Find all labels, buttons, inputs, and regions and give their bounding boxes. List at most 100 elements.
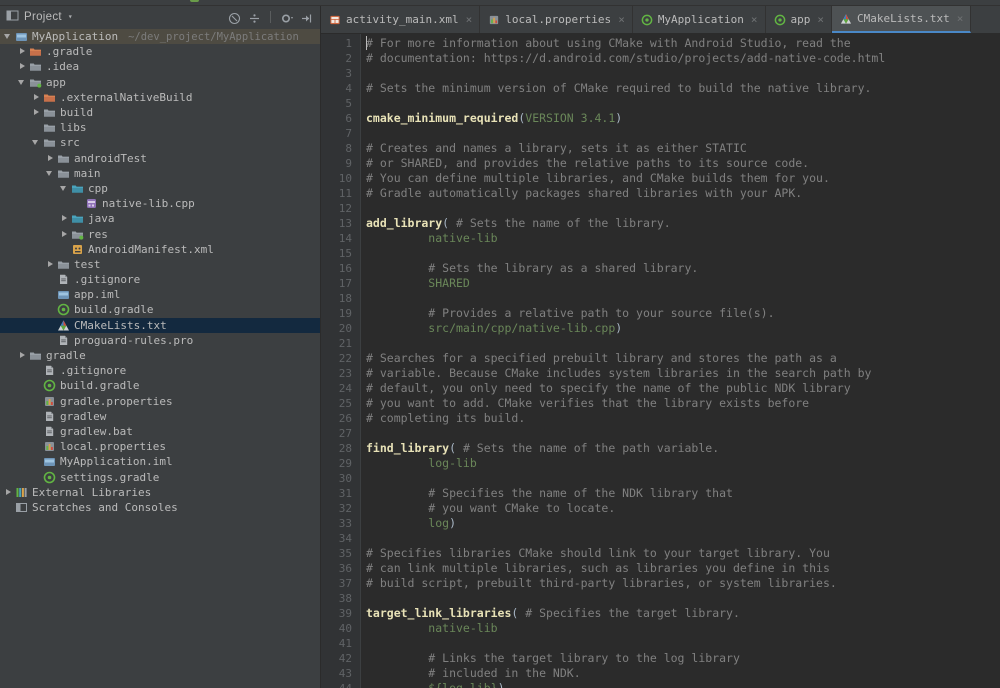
tree-row[interactable]: gradlew	[0, 409, 320, 424]
code-line[interactable]: # you want CMake to locate.	[366, 501, 1000, 516]
code-line[interactable]: # documentation: https://d.android.com/s…	[366, 51, 1000, 66]
tree-row[interactable]: .gitignore	[0, 363, 320, 378]
line-number[interactable]: 8	[321, 141, 352, 156]
editor-tab-bar[interactable]: activity_main.xml×local.properties×MyApp…	[321, 6, 1000, 34]
line-number[interactable]: 40	[321, 621, 352, 636]
tree-row[interactable]: MyApplication~/dev_project/MyApplication	[0, 29, 320, 44]
tree-row[interactable]: gradle.properties	[0, 394, 320, 409]
code-line[interactable]: # You can define multiple libraries, and…	[366, 171, 1000, 186]
code-line[interactable]	[366, 126, 1000, 141]
line-number[interactable]: 6	[321, 111, 352, 126]
line-number[interactable]: 4	[321, 81, 352, 96]
line-number[interactable]: 38	[321, 591, 352, 606]
code-line[interactable]	[366, 636, 1000, 651]
code-line[interactable]: # Searches for a specified prebuilt libr…	[366, 351, 1000, 366]
line-number[interactable]: 22	[321, 351, 352, 366]
line-number[interactable]: 18	[321, 291, 352, 306]
code-line[interactable]: # variable. Because CMake includes syste…	[366, 366, 1000, 381]
tree-row[interactable]: .idea	[0, 59, 320, 74]
tree-row[interactable]: app	[0, 75, 320, 90]
chevron-right-icon[interactable]	[32, 93, 41, 102]
line-number[interactable]: 19	[321, 306, 352, 321]
code-line[interactable]: add_library( # Sets the name of the libr…	[366, 216, 1000, 231]
tree-row[interactable]: settings.gradle	[0, 469, 320, 484]
tree-row[interactable]: MyApplication.iml	[0, 454, 320, 469]
code-line[interactable]: # you want to add. CMake verifies that t…	[366, 396, 1000, 411]
line-number[interactable]: 16	[321, 261, 352, 276]
line-number[interactable]: 35	[321, 546, 352, 561]
line-number[interactable]: 9	[321, 156, 352, 171]
tree-row[interactable]: gradle	[0, 348, 320, 363]
chevron-right-icon[interactable]	[46, 154, 55, 163]
editor-tab[interactable]: MyApplication×	[633, 6, 766, 33]
editor-tab[interactable]: activity_main.xml×	[321, 6, 480, 33]
chevron-down-icon[interactable]	[46, 169, 55, 178]
line-number[interactable]: 30	[321, 471, 352, 486]
line-number[interactable]: 23	[321, 366, 352, 381]
line-number[interactable]: 15	[321, 246, 352, 261]
line-number[interactable]: 25	[321, 396, 352, 411]
chevron-right-icon[interactable]	[18, 62, 27, 71]
chevron-right-icon[interactable]	[18, 351, 27, 360]
line-number[interactable]: 21	[321, 336, 352, 351]
line-number[interactable]: 31	[321, 486, 352, 501]
tree-row[interactable]: build.gradle	[0, 302, 320, 317]
code-line[interactable]: # Specifies the name of the NDK library …	[366, 486, 1000, 501]
chevron-right-icon[interactable]	[60, 214, 69, 223]
code-line[interactable]: # can link multiple libraries, such as l…	[366, 561, 1000, 576]
code-line[interactable]: # or SHARED, and provides the relative p…	[366, 156, 1000, 171]
chevron-down-icon[interactable]	[32, 138, 41, 147]
chevron-down-icon[interactable]	[60, 184, 69, 193]
close-icon[interactable]: ×	[957, 13, 964, 24]
close-icon[interactable]: ×	[466, 14, 473, 25]
chevron-right-icon[interactable]	[60, 230, 69, 239]
tree-row[interactable]: build	[0, 105, 320, 120]
line-number[interactable]: 39	[321, 606, 352, 621]
tree-row[interactable]: gradlew.bat	[0, 424, 320, 439]
code-line[interactable]	[366, 531, 1000, 546]
code-line[interactable]: # Provides a relative path to your sourc…	[366, 306, 1000, 321]
tree-row[interactable]: Scratches and Consoles	[0, 500, 320, 515]
tree-row[interactable]: androidTest	[0, 151, 320, 166]
tree-row[interactable]: build.gradle	[0, 378, 320, 393]
line-number[interactable]: 1	[321, 36, 352, 51]
hide-panel-icon[interactable]	[300, 10, 313, 23]
line-number[interactable]: 3	[321, 66, 352, 81]
line-number[interactable]: 44	[321, 681, 352, 688]
chevron-down-icon[interactable]: ▾	[68, 13, 73, 21]
code-line[interactable]: ${log-lib})	[366, 681, 1000, 688]
code-line[interactable]	[366, 291, 1000, 306]
code-line[interactable]: log-lib	[366, 456, 1000, 471]
line-number[interactable]: 32	[321, 501, 352, 516]
close-icon[interactable]: ×	[751, 14, 758, 25]
code-content[interactable]: # For more information about using CMake…	[361, 34, 1000, 688]
code-line[interactable]: native-lib	[366, 621, 1000, 636]
line-number[interactable]: 7	[321, 126, 352, 141]
chevron-right-icon[interactable]	[46, 260, 55, 269]
code-line[interactable]: # Sets the library as a shared library.	[366, 261, 1000, 276]
line-number[interactable]: 2	[321, 51, 352, 66]
code-line[interactable]: # Links the target library to the log li…	[366, 651, 1000, 666]
code-line[interactable]: cmake_minimum_required(VERSION 3.4.1)	[366, 111, 1000, 126]
tree-row[interactable]: test	[0, 257, 320, 272]
line-number[interactable]: 27	[321, 426, 352, 441]
chevron-right-icon[interactable]	[4, 488, 13, 497]
close-icon[interactable]: ×	[618, 14, 625, 25]
code-line[interactable]: # included in the NDK.	[366, 666, 1000, 681]
code-line[interactable]: # build script, prebuilt third-party lib…	[366, 576, 1000, 591]
line-number[interactable]: 43	[321, 666, 352, 681]
project-tree[interactable]: MyApplication~/dev_project/MyApplication…	[0, 27, 320, 688]
line-number[interactable]: 28	[321, 441, 352, 456]
line-number[interactable]: 37	[321, 576, 352, 591]
tree-row[interactable]: cpp	[0, 181, 320, 196]
line-number[interactable]: 12	[321, 201, 352, 216]
close-icon[interactable]: ×	[817, 14, 824, 25]
code-line[interactable]: # For more information about using CMake…	[366, 36, 1000, 51]
tree-row[interactable]: .gradle	[0, 44, 320, 59]
line-number[interactable]: 41	[321, 636, 352, 651]
line-number[interactable]: 36	[321, 561, 352, 576]
line-number[interactable]: 42	[321, 651, 352, 666]
code-line[interactable]	[366, 66, 1000, 81]
editor-tab[interactable]: app×	[766, 6, 833, 33]
code-line[interactable]	[366, 471, 1000, 486]
